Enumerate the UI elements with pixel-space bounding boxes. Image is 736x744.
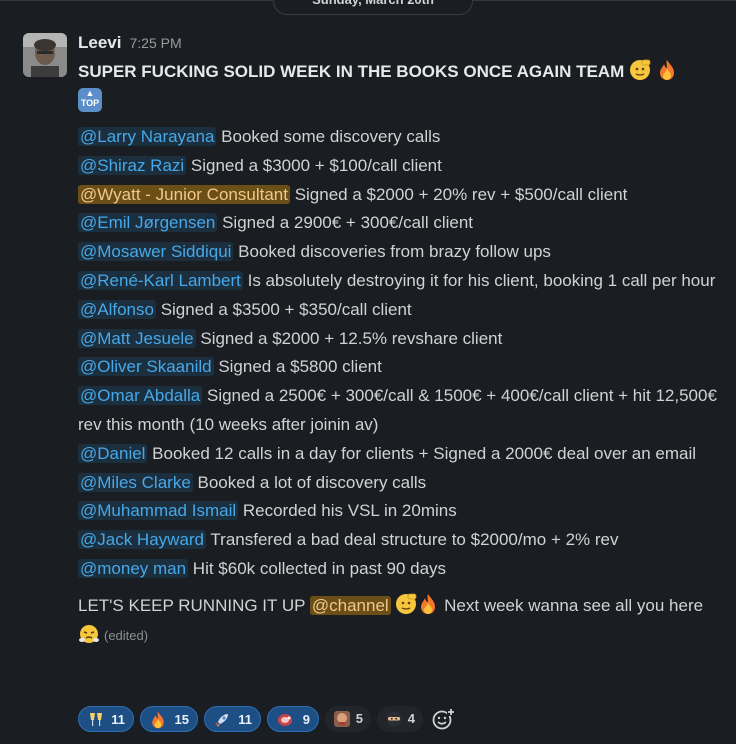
list-item: @money man Hit $60k collected in past 90…: [78, 555, 718, 584]
fire-icon: [421, 593, 436, 614]
list-item: @Omar Abdalla Signed a 2500€ + 300€/call…: [78, 382, 718, 440]
reaction-fire[interactable]: 15: [140, 706, 198, 732]
reaction-meat[interactable]: 9: [267, 706, 319, 732]
top-badge-label: TOP: [80, 98, 100, 109]
custom-face-icon: [334, 711, 350, 727]
fire-icon: [659, 60, 674, 80]
saluting-face-icon: [629, 59, 651, 80]
list-item: @Emil Jørgensen Signed a 2900€ + 300€/ca…: [78, 209, 718, 238]
list-item: @Daniel Booked 12 calls in a day for cli…: [78, 440, 718, 469]
user-mention[interactable]: @Miles Clarke: [78, 472, 193, 492]
item-text: Signed a 2900€ + 300€/call client: [217, 213, 474, 233]
user-mention[interactable]: @Matt Jesuele: [78, 328, 196, 348]
list-item: @Larry Narayana Booked some discovery ca…: [78, 123, 718, 152]
user-mention[interactable]: @money man: [78, 558, 189, 578]
add-reaction-button[interactable]: [429, 706, 459, 732]
user-mention[interactable]: @Oliver Skaanild: [78, 357, 214, 377]
avatar[interactable]: [23, 33, 67, 77]
author-name[interactable]: Leevi: [78, 33, 121, 52]
user-mention[interactable]: @Larry Narayana: [78, 127, 217, 147]
reaction-count: 11: [238, 712, 252, 727]
reaction-count: 9: [302, 712, 310, 727]
item-text: Signed a $2000 + 20% rev + $500/call cli…: [289, 184, 628, 204]
self-mention[interactable]: @Wyatt - Junior Consultant: [78, 184, 290, 204]
date-divider: Sunday, March 20th: [0, 0, 736, 15]
fire-icon: [152, 711, 164, 729]
list-item: @Alfonso Signed a $3500 + $350/call clie…: [78, 296, 718, 325]
clinking-glasses-icon: [90, 713, 102, 726]
reaction-ninja[interactable]: 4: [377, 706, 423, 732]
item-text: Booked discoveries from brazy follow ups: [233, 242, 551, 262]
saluting-face-icon: [396, 593, 417, 614]
steaming-face-icon: [79, 624, 99, 643]
list-item: @Mosawer Siddiqui Booked discoveries fro…: [78, 238, 718, 267]
list-item: @Wyatt - Junior Consultant Signed a $200…: [78, 181, 718, 210]
list-item: @Muhammad Ismail Recorded his VSL in 20m…: [78, 497, 718, 526]
user-mention[interactable]: @Mosawer Siddiqui: [78, 242, 234, 262]
reaction-count: 11: [111, 712, 125, 727]
item-text: Booked a lot of discovery calls: [192, 472, 427, 492]
headline-text: SUPER FUCKING SOLID WEEK IN THE BOOKS ON…: [78, 62, 625, 81]
reaction-clinking-glasses[interactable]: 11: [78, 706, 134, 732]
item-text: Signed a $3500 + $350/call client: [155, 299, 412, 319]
closing-text: LET'S KEEP RUNNING IT UP: [78, 595, 310, 615]
item-text: Booked 12 calls in a day for clients + S…: [147, 443, 697, 463]
message: Leevi 7:25 PM SUPER FUCKING SOLID WEEK IN…: [78, 30, 718, 650]
user-mention[interactable]: @Alfonso: [78, 299, 156, 319]
user-mention[interactable]: @Shiraz Razi: [78, 155, 187, 175]
timestamp[interactable]: 7:25 PM: [129, 35, 181, 51]
item-text: Signed a $2000 + 12.5% revshare client: [195, 328, 503, 348]
message-headline: SUPER FUCKING SOLID WEEK IN THE BOOKS ON…: [78, 58, 718, 113]
item-text: Is absolutely destroying it for his clie…: [242, 271, 716, 290]
reaction-count: 15: [174, 712, 189, 727]
user-mention[interactable]: @René-Karl Lambert: [78, 271, 243, 290]
item-text: Transfered a bad deal structure to $2000…: [206, 530, 619, 550]
rocket-icon: [215, 714, 228, 727]
list-item: @Oliver Skaanild Signed a $5800 client: [78, 353, 718, 382]
meat-icon: [278, 714, 292, 726]
date-pill[interactable]: Sunday, March 20th: [273, 0, 473, 15]
list-item: @Matt Jesuele Signed a $2000 + 12.5% rev…: [78, 325, 718, 354]
reaction-count: 5: [355, 711, 363, 726]
item-text: Signed a $5800 client: [213, 357, 382, 377]
channel-mention[interactable]: @channel: [309, 595, 391, 615]
edited-label: (edited): [104, 627, 149, 643]
user-mention[interactable]: @Daniel: [78, 443, 148, 463]
list-item: @René-Karl Lambert Is absolutely destroy…: [78, 267, 718, 296]
list-item: @Shiraz Razi Signed a $3000 + $100/call …: [78, 152, 718, 181]
avatar-image: [23, 33, 67, 77]
item-text: Booked some discovery calls: [216, 127, 441, 147]
list-item: @Miles Clarke Booked a lot of discovery …: [78, 469, 718, 498]
reaction-custom-face[interactable]: 5: [325, 706, 371, 732]
user-mention[interactable]: @Omar Abdalla: [78, 386, 203, 406]
item-text: Recorded his VSL in 20mins: [238, 501, 457, 521]
closing-text-after: Next week wanna see all you here: [439, 595, 704, 615]
add-reaction-icon: [432, 708, 455, 730]
user-mention[interactable]: @Emil Jørgensen: [78, 213, 218, 233]
closing-line: LET'S KEEP RUNNING IT UP @channel Next w…: [78, 592, 718, 651]
achievement-list: @Larry Narayana Booked some discovery ca…: [78, 123, 718, 584]
top-arrow-icon: ▲ TOP: [78, 88, 102, 113]
reaction-count: 4: [407, 711, 415, 726]
ninja-icon: [386, 711, 402, 727]
list-item: @Jack Hayward Transfered a bad deal stru…: [78, 526, 718, 555]
user-mention[interactable]: @Muhammad Ismail: [78, 501, 239, 521]
item-text: Signed a $3000 + $100/call client: [186, 155, 442, 175]
item-text: Hit $60k collected in past 90 days: [188, 558, 447, 578]
reaction-rocket[interactable]: 11: [204, 706, 261, 732]
user-mention[interactable]: @Jack Hayward: [78, 530, 207, 550]
